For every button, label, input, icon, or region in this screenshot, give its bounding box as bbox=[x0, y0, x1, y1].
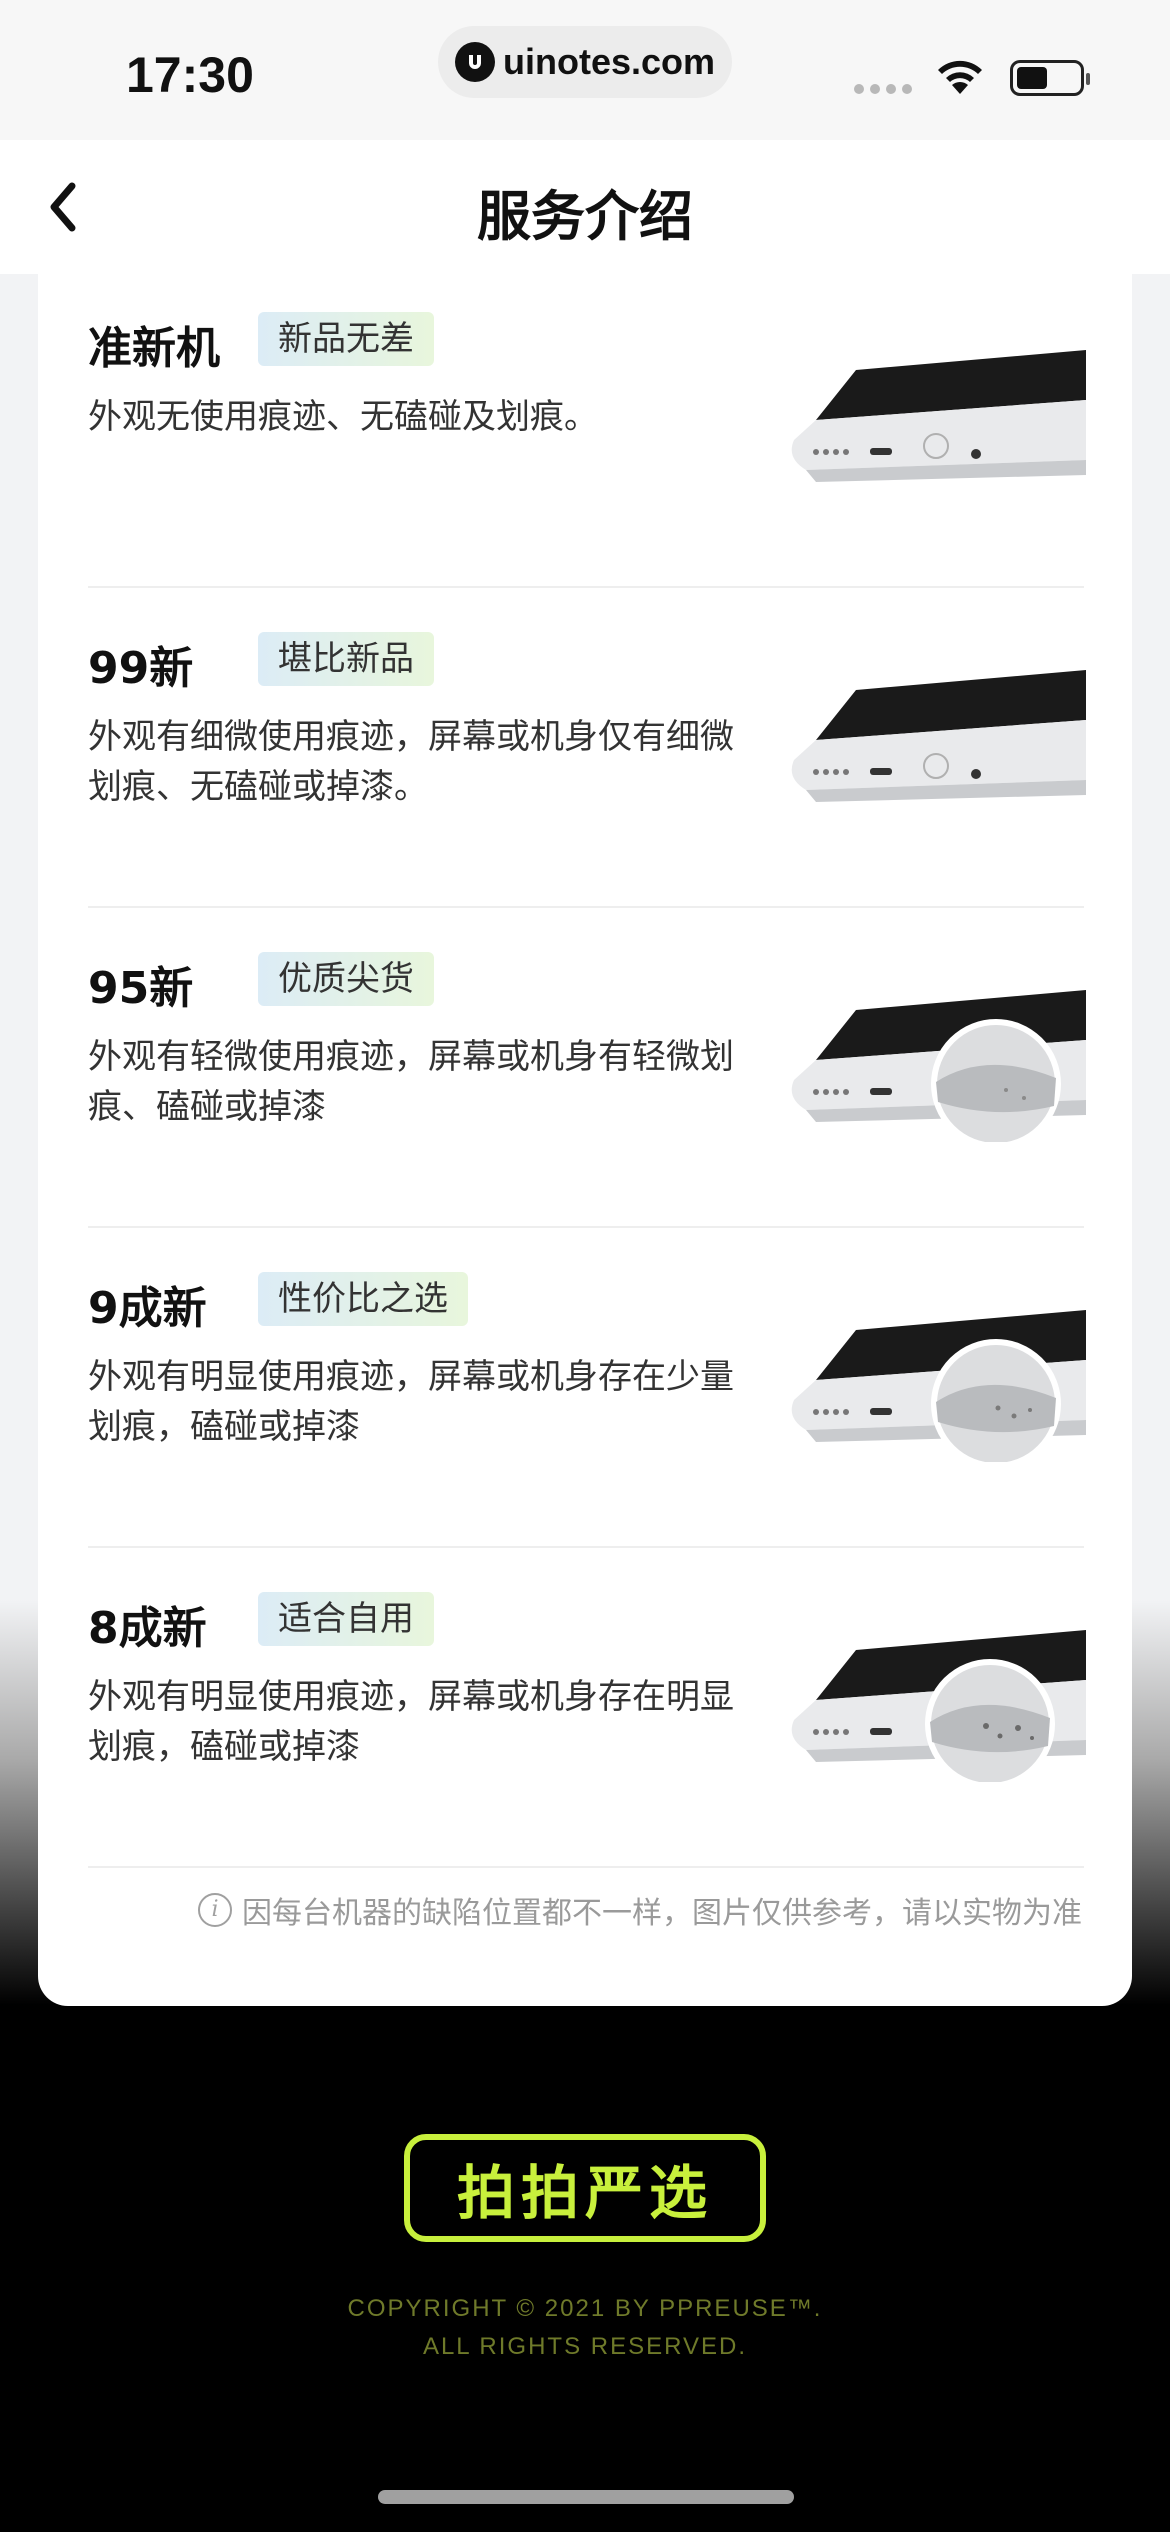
site-logo-icon bbox=[454, 42, 495, 82]
url-pill[interactable]: uinotes.com bbox=[438, 26, 732, 98]
info-icon: i bbox=[198, 1893, 232, 1927]
list-item: 准新机 新品无差 外观无使用痕迹、无磕碰及划痕。 bbox=[88, 268, 1086, 588]
grade-description: 外观有明显使用痕迹，屏幕或机身存在少量划痕，磕碰或掉漆 bbox=[88, 1357, 734, 1447]
grade-title: 准新机 bbox=[88, 323, 220, 374]
grade-badge: 优质尖货 bbox=[258, 952, 434, 1006]
navigation-bar: 服务介绍 bbox=[0, 140, 1170, 274]
grade-badge: 堪比新品 bbox=[258, 632, 434, 686]
page-title: 服务介绍 bbox=[477, 185, 693, 248]
grade-description: 外观无使用痕迹、无磕碰及划痕。 bbox=[88, 397, 598, 437]
grade-title: 8成新 bbox=[88, 1603, 207, 1654]
phone-image-with-zoom bbox=[791, 1630, 1086, 1782]
list-item: 8成新 适合自用 外观有明显使用痕迹，屏幕或机身存在明显划痕，磕碰或掉漆 bbox=[88, 1548, 1086, 1868]
status-time: 17:30 bbox=[126, 47, 254, 103]
grade-description: 外观有细微使用痕迹，屏幕或机身仅有细微划痕、无磕碰或掉漆。 bbox=[88, 717, 734, 807]
battery-icon bbox=[1010, 60, 1090, 96]
grade-description: 外观有明显使用痕迹，屏幕或机身存在明显划痕，磕碰或掉漆 bbox=[88, 1677, 734, 1767]
home-indicator[interactable] bbox=[378, 2490, 794, 2504]
brand-name: 拍拍严选 bbox=[456, 2159, 713, 2227]
grade-badge: 适合自用 bbox=[258, 1592, 434, 1646]
phone-image bbox=[791, 350, 1086, 482]
brand-logo: 拍拍严选 bbox=[404, 2134, 766, 2242]
phone-image-with-zoom bbox=[791, 1310, 1086, 1462]
grade-badge: 性价比之选 bbox=[258, 1272, 468, 1326]
list-item: 99新 堪比新品 外观有细微使用痕迹，屏幕或机身仅有细微划痕、无磕碰或掉漆。 bbox=[88, 588, 1086, 908]
copyright-line-2: ALL RIGHTS RESERVED. bbox=[422, 2333, 748, 2360]
signal-icon bbox=[854, 84, 912, 94]
phone-image-with-zoom bbox=[791, 990, 1086, 1142]
service-card: 准新机 新品无差 外观无使用痕迹、无磕碰及划痕。 99新 堪比新品 外观有细微使… bbox=[38, 268, 1132, 2006]
grade-description: 外观有轻微使用痕迹，屏幕或机身有轻微划痕、磕碰或掉漆 bbox=[88, 1037, 734, 1127]
copyright-line-1: COPYRIGHT © 2021 BY PPREUSE™. bbox=[347, 2295, 823, 2322]
disclaimer-note: i 因每台机器的缺陷位置都不一样，图片仅供参考，请以实物为准 bbox=[198, 1888, 1082, 1932]
grade-title: 9成新 bbox=[88, 1283, 207, 1334]
divider bbox=[88, 1866, 1084, 1868]
disclaimer-text: 因每台机器的缺陷位置都不一样，图片仅供参考，请以实物为准 bbox=[242, 1896, 1082, 1931]
grade-title: 99新 bbox=[88, 643, 194, 694]
copyright: COPYRIGHT © 2021 BY PPREUSE™. ALL RIGHTS… bbox=[0, 2290, 1170, 2366]
list-item: 9成新 性价比之选 外观有明显使用痕迹，屏幕或机身存在少量划痕，磕碰或掉漆 bbox=[88, 1228, 1086, 1548]
status-bar: 17:30 uinotes.com bbox=[0, 0, 1170, 140]
phone-image bbox=[791, 670, 1086, 802]
grade-title: 95新 bbox=[88, 963, 194, 1014]
list-item: 95新 优质尖货 外观有轻微使用痕迹，屏幕或机身有轻微划痕、磕碰或掉漆 bbox=[88, 908, 1086, 1228]
wifi-icon bbox=[938, 60, 982, 94]
url-text: uinotes.com bbox=[502, 41, 716, 82]
grade-badge: 新品无差 bbox=[258, 312, 434, 366]
